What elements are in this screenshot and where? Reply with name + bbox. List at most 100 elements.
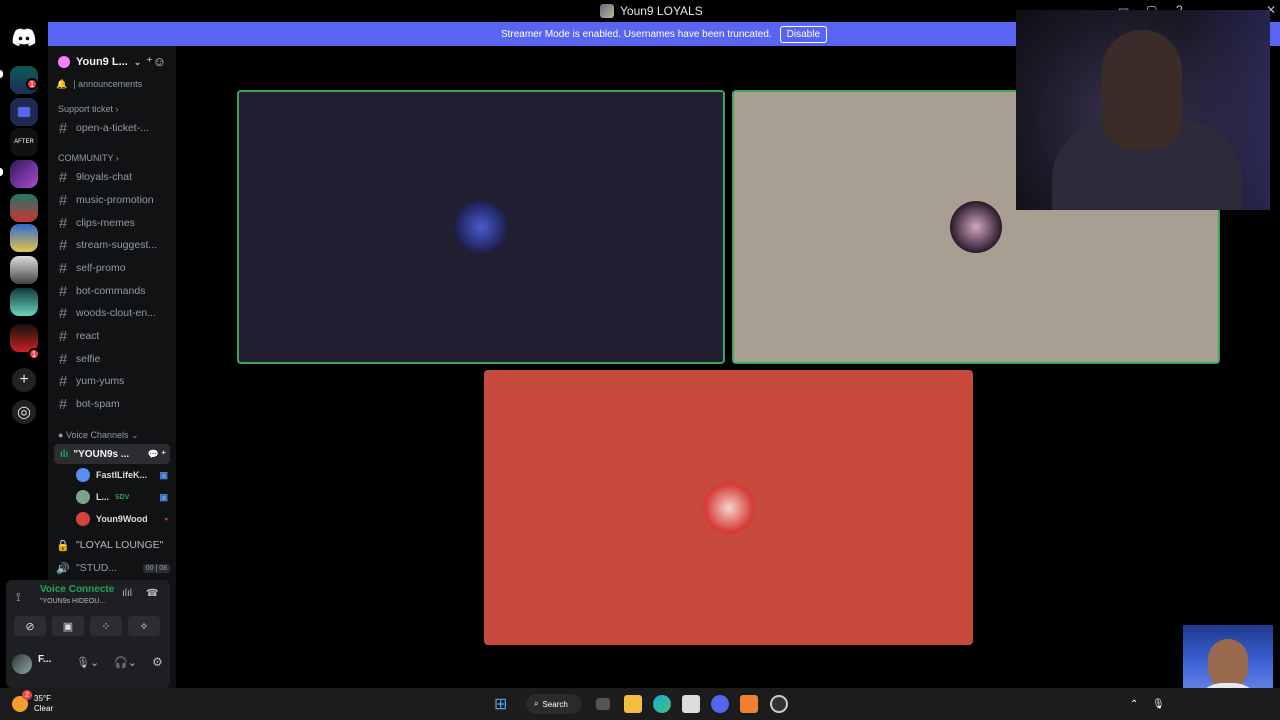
- voice-user[interactable]: L... SDV ▣: [76, 490, 168, 504]
- voice-status: Voice Connected: [40, 584, 114, 595]
- server-icon[interactable]: [10, 224, 38, 252]
- voice-user[interactable]: FastlLifeK... ▣: [76, 468, 168, 482]
- voice-channel-active[interactable]: ılı "YOUN9s ... 💬 ⁺: [54, 444, 170, 464]
- hash-icon: #: [58, 236, 68, 254]
- file-explorer-icon[interactable]: [624, 695, 642, 713]
- screen-share-button[interactable]: ▣: [52, 616, 84, 636]
- search-icon: ⌕: [534, 699, 539, 708]
- taskbar-search[interactable]: ⌕ Search: [526, 694, 582, 714]
- voice-user[interactable]: Youn9Wood ▪: [76, 512, 168, 526]
- channel-item[interactable]: # music-promotion: [56, 190, 170, 210]
- hash-icon: #: [58, 259, 68, 277]
- mention-badge: 1: [26, 78, 38, 90]
- server-icon[interactable]: [10, 160, 38, 188]
- tray-chevron-up-icon[interactable]: ⌃: [1130, 694, 1138, 714]
- channel-item[interactable]: # woods-clout-en...: [56, 303, 170, 323]
- server-name: Youn9 L...: [76, 56, 128, 68]
- channel-item[interactable]: # stream-suggest...: [56, 235, 170, 255]
- person-head: [1208, 639, 1248, 689]
- disconnect-icon[interactable]: ☎: [146, 588, 158, 599]
- clan-tag: SDV: [115, 493, 130, 501]
- soundboard-button[interactable]: ✧: [128, 616, 160, 636]
- headphones-icon[interactable]: 🎧⌄: [114, 656, 137, 669]
- folder-icon[interactable]: [10, 98, 38, 126]
- camera-off-button[interactable]: ⊘: [14, 616, 46, 636]
- category-community[interactable]: COMMUNITY ›: [58, 153, 119, 163]
- avatar: [76, 490, 90, 504]
- chat-icon[interactable]: 💬 ⁺: [148, 449, 166, 460]
- invite-people-icon[interactable]: ⁺☺: [146, 54, 166, 70]
- channel-item[interactable]: # react: [56, 326, 170, 346]
- webcam-overlay: [1016, 10, 1270, 210]
- channel-item[interactable]: # selfie: [56, 349, 170, 369]
- voice-channel-name[interactable]: "YOUN9s HIDEOU...: [40, 598, 114, 605]
- video-tile[interactable]: [237, 90, 725, 364]
- connection-signal-icon[interactable]: ⟟: [16, 590, 20, 605]
- disable-streamer-button[interactable]: Disable: [779, 25, 828, 43]
- channel-item[interactable]: # bot-spam: [56, 394, 170, 414]
- temperature: 35°F: [34, 694, 51, 703]
- server-badge-icon: [58, 56, 70, 68]
- hash-icon: #: [58, 214, 68, 232]
- streaming-icon: ▣: [159, 491, 168, 502]
- bell-icon: 🔔: [56, 78, 68, 89]
- lock-icon: 🔒: [56, 539, 70, 552]
- voice-channel-locked[interactable]: 🔒 "LOYAL LOUNGE": [56, 535, 170, 555]
- video-tile[interactable]: [484, 370, 973, 645]
- mention-badge: 1: [28, 348, 40, 360]
- hash-icon: #: [58, 304, 68, 322]
- server-icon[interactable]: [10, 256, 38, 284]
- discord-home-icon[interactable]: [12, 28, 36, 48]
- discord-taskbar-icon[interactable]: [711, 695, 729, 713]
- voice-category-icon: ●: [58, 430, 64, 440]
- user-name: F...: [38, 654, 52, 665]
- microphone-icon[interactable]: 🎙⌄: [76, 656, 99, 669]
- hash-icon: #: [58, 282, 68, 300]
- weather-condition: Clear: [34, 704, 54, 713]
- weather-widget[interactable]: 2 35°F Clear: [12, 690, 54, 714]
- server-icon[interactable]: AFTER: [10, 128, 38, 156]
- edge-browser-icon[interactable]: [653, 695, 671, 713]
- obs-icon[interactable]: [770, 695, 788, 713]
- hash-icon: #: [58, 119, 68, 137]
- app-icon[interactable]: [740, 695, 758, 713]
- start-windows-icon[interactable]: ⊞: [494, 694, 507, 714]
- notification-badge: 2: [22, 690, 32, 700]
- speaker-icon: 🔊: [56, 562, 70, 575]
- server-icon[interactable]: [10, 288, 38, 316]
- noise-suppression-icon[interactable]: ılıl: [122, 588, 132, 599]
- hash-icon: #: [58, 395, 68, 413]
- avatar[interactable]: [12, 654, 32, 674]
- channel-item[interactable]: # bot-commands: [56, 281, 170, 301]
- channel-item[interactable]: # yum-yums: [56, 371, 170, 391]
- channel-item[interactable]: # clips-memes: [56, 213, 170, 233]
- activities-button[interactable]: ⁘: [90, 616, 122, 636]
- user-panel: F... 🎙⌄ 🎧⌄ ⚙: [12, 652, 164, 676]
- server-avatar-icon: [600, 4, 614, 18]
- hash-icon: #: [58, 350, 68, 368]
- explore-servers-icon[interactable]: ◎: [12, 400, 36, 424]
- hash-icon: #: [58, 327, 68, 345]
- avatar: [76, 468, 90, 482]
- window-title-text: Youn9 LOYALS: [620, 4, 703, 18]
- channel-open-ticket[interactable]: # open-a-ticket-...: [56, 118, 170, 138]
- windows-taskbar: 2 35°F Clear ⊞ ⌕ Search ⌃ 🎙: [0, 688, 1280, 720]
- channel-item[interactable]: # self-promo: [56, 258, 170, 278]
- avatar: [76, 512, 90, 526]
- hash-icon: #: [58, 191, 68, 209]
- user-count-badge: 00 | 08: [142, 563, 170, 573]
- settings-gear-icon[interactable]: ⚙: [152, 655, 163, 669]
- channel-announcements[interactable]: 🔔 | announcements: [56, 74, 170, 94]
- chevron-down-icon: ⌄: [133, 56, 142, 67]
- voice-channel-studio[interactable]: 🔊 "STUD... 00 | 08: [56, 558, 170, 578]
- server-icon[interactable]: [10, 194, 38, 222]
- category-voice[interactable]: ● Voice Channels ⌄: [58, 430, 139, 441]
- hash-icon: #: [58, 372, 68, 390]
- add-server-icon[interactable]: +: [12, 368, 36, 392]
- channel-item[interactable]: #9loyals-chat: [56, 167, 170, 187]
- store-icon[interactable]: [682, 695, 700, 713]
- window-title: Youn9 LOYALS: [600, 4, 703, 18]
- tray-microphone-icon[interactable]: 🎙: [1152, 694, 1165, 714]
- category-support[interactable]: Support ticket ›: [58, 104, 119, 114]
- task-view-icon[interactable]: [596, 698, 610, 710]
